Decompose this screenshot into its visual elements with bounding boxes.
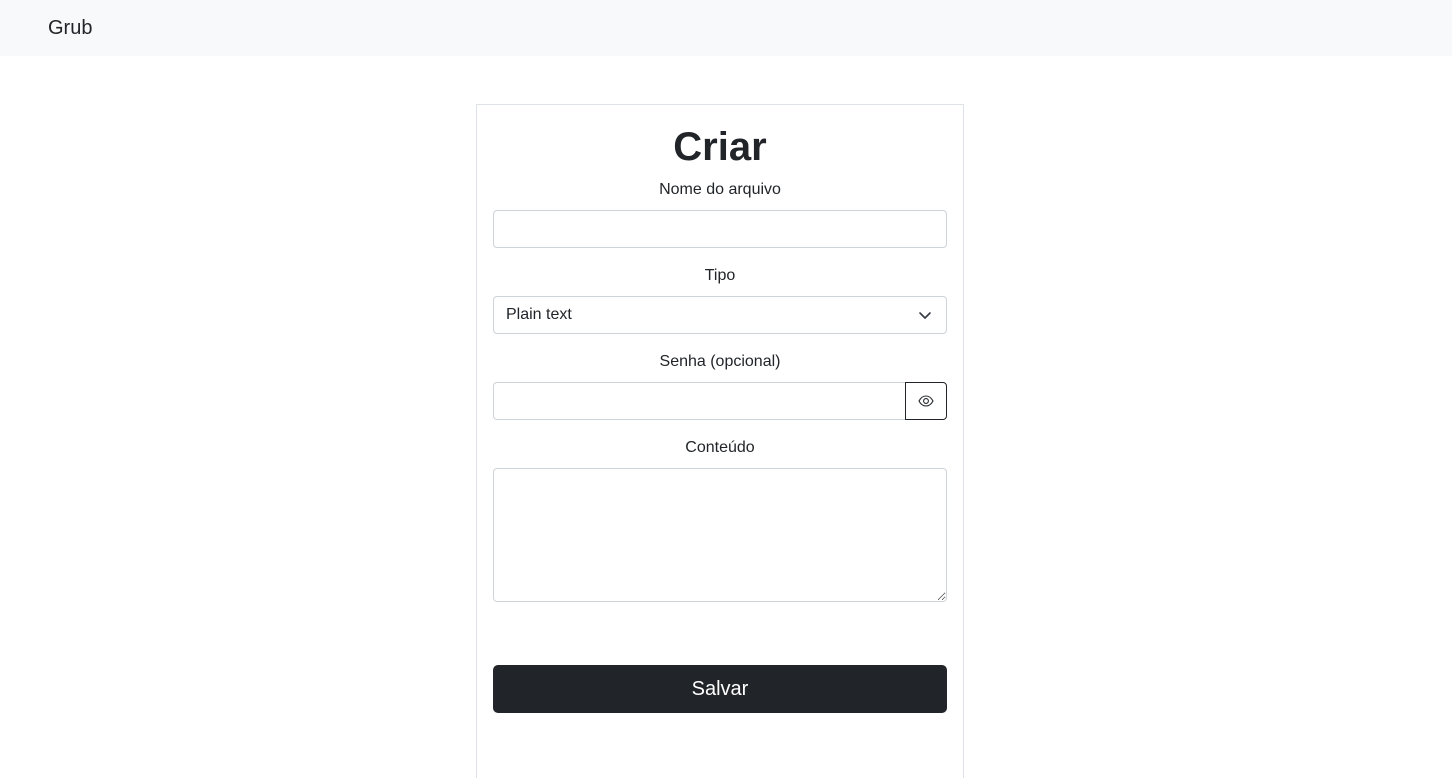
content-label: Conteúdo (685, 439, 755, 456)
eye-icon (918, 395, 934, 407)
type-select-value: Plain text (506, 306, 572, 323)
create-form-card: Criar Nome do arquivo Tipo Plain text Se… (476, 104, 964, 778)
page-title: Criar (673, 125, 767, 169)
type-label: Tipo (704, 267, 736, 284)
password-label: Senha (opcional) (659, 353, 781, 370)
content-textarea[interactable] (493, 468, 947, 602)
filename-input[interactable] (493, 210, 947, 248)
filename-label: Nome do arquivo (659, 181, 781, 198)
save-button[interactable]: Salvar (493, 665, 947, 713)
chevron-down-icon (919, 312, 931, 319)
type-select[interactable]: Plain text (493, 296, 947, 334)
navbar: Grub (0, 0, 1452, 56)
brand-link[interactable]: Grub (48, 16, 92, 40)
toggle-password-button[interactable] (905, 382, 947, 420)
password-input[interactable] (493, 382, 906, 420)
